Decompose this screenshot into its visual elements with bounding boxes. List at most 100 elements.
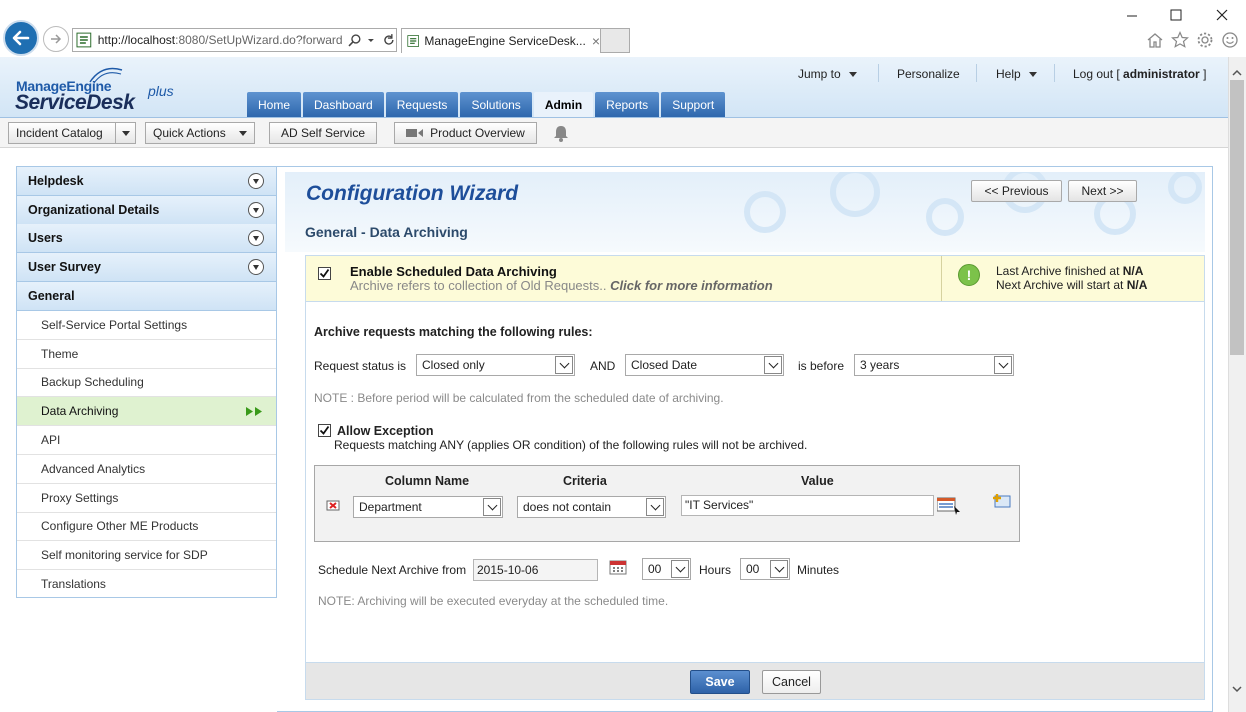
quick-actions-label: Quick Actions [153, 126, 226, 140]
address-bar[interactable]: http://localhost:8080/SetUpWizard.do?for… [72, 28, 397, 52]
sidebar-item-proxy-settings[interactable]: Proxy Settings [17, 484, 276, 513]
schedule-date-input[interactable]: 2015-10-06 [473, 559, 598, 581]
expand-icon[interactable] [248, 173, 264, 189]
sidebar-item-configure-other-me-products[interactable]: Configure Other ME Products [17, 512, 276, 541]
enable-archiving-label: Enable Scheduled Data Archiving [350, 264, 557, 279]
address-text: http://localhost:8080/SetUpWizard.do?for… [97, 33, 343, 47]
column-header-value: Value [801, 474, 834, 488]
chevron-down-icon[interactable] [115, 123, 135, 143]
favorites-star-icon[interactable] [1171, 31, 1189, 49]
sidebar-category-users[interactable]: Users [17, 224, 276, 253]
criteria-select[interactable]: does not contain [517, 496, 666, 518]
tab-admin[interactable]: Admin [533, 92, 594, 117]
logout-link[interactable]: Log out [ administrator ] [1073, 67, 1206, 81]
chevron-down-icon[interactable] [994, 356, 1012, 374]
allow-exception-checkbox[interactable] [318, 424, 331, 437]
minimize-icon[interactable] [1126, 10, 1138, 22]
sidebar-category-general[interactable]: General [17, 282, 276, 311]
product-overview-button[interactable]: Product Overview [394, 122, 537, 144]
tab-requests[interactable]: Requests [385, 92, 459, 117]
incident-catalog-button[interactable]: Incident Catalog [8, 122, 136, 144]
video-camera-icon [406, 129, 424, 137]
refresh-icon[interactable] [382, 33, 396, 47]
close-window-icon[interactable] [1216, 9, 1228, 21]
next-button[interactable]: Next >> [1068, 180, 1137, 202]
help-menu[interactable]: Help [996, 67, 1037, 81]
date-field-select[interactable]: Closed Date [625, 354, 784, 376]
feedback-smiley-icon[interactable] [1221, 31, 1239, 49]
request-status-select[interactable]: Closed only [416, 354, 575, 376]
delete-row-icon[interactable] [326, 499, 341, 512]
divider [878, 64, 879, 82]
ad-self-service-button[interactable]: AD Self Service [269, 122, 377, 144]
previous-button[interactable]: << Previous [971, 180, 1062, 202]
expand-icon[interactable] [248, 230, 264, 246]
tab-home[interactable]: Home [247, 92, 302, 117]
chevron-down-icon[interactable] [770, 560, 788, 578]
tab-solutions[interactable]: Solutions [460, 92, 532, 117]
expand-icon[interactable] [248, 259, 264, 275]
sidebar-item-api[interactable]: API [17, 426, 276, 455]
site-favicon-icon [76, 32, 92, 48]
sidebar-item-data-archiving[interactable]: Data Archiving [17, 397, 276, 426]
column-header-criteria: Criteria [563, 474, 607, 488]
value-picker-icon[interactable] [937, 497, 963, 515]
cancel-button[interactable]: Cancel [762, 670, 821, 694]
sidebar-category-user-survey[interactable]: User Survey [17, 253, 276, 282]
notification-bell-icon[interactable] [553, 125, 569, 142]
maximize-icon[interactable] [1170, 9, 1182, 21]
hours-select[interactable]: 00 [642, 558, 691, 580]
calendar-icon[interactable] [609, 559, 627, 575]
column-name-select[interactable]: Department [353, 496, 503, 518]
jump-to-menu[interactable]: Jump to [798, 67, 857, 81]
tab-support[interactable]: Support [661, 92, 726, 117]
value-input[interactable]: "IT Services" [681, 495, 934, 516]
sidebar-category-organizational-details[interactable]: Organizational Details [17, 196, 276, 225]
add-row-icon[interactable] [991, 493, 1011, 509]
rules-heading: Archive requests matching the following … [314, 325, 593, 339]
tab-reports[interactable]: Reports [595, 92, 660, 117]
page-subtitle: General - Data Archiving [305, 224, 468, 240]
browser-tab[interactable]: ManageEngine ServiceDesk... × [401, 28, 601, 53]
scroll-down-icon[interactable] [1231, 685, 1243, 693]
enable-archiving-checkbox[interactable] [318, 267, 331, 280]
tab-close-icon[interactable]: × [592, 33, 600, 49]
chevron-down-icon[interactable] [646, 498, 664, 516]
new-tab-button[interactable] [600, 28, 630, 53]
settings-gear-icon[interactable] [1196, 31, 1214, 49]
allow-exception-label: Allow Exception [337, 424, 434, 438]
sidebar-item-advanced-analytics[interactable]: Advanced Analytics [17, 455, 276, 484]
sidebar-item-translations[interactable]: Translations [17, 569, 276, 598]
sidebar-item-self-monitoring-service[interactable]: Self monitoring service for SDP [17, 541, 276, 570]
is-before-label: is before [798, 359, 845, 373]
tab-dashboard[interactable]: Dashboard [303, 92, 384, 117]
chevron-down-icon[interactable] [671, 560, 689, 578]
incident-catalog-label: Incident Catalog [16, 126, 103, 140]
more-info-link[interactable]: Click for more information [610, 278, 773, 293]
and-label: AND [590, 359, 616, 373]
dropdown-icon[interactable] [366, 35, 376, 45]
quick-actions-button[interactable]: Quick Actions [145, 122, 255, 144]
chevron-down-icon[interactable] [483, 498, 501, 516]
sidebar-category-helpdesk[interactable]: Helpdesk [17, 167, 276, 196]
checkmark-icon [319, 268, 330, 278]
sidebar-item-backup-scheduling[interactable]: Backup Scheduling [17, 368, 276, 397]
minutes-select[interactable]: 00 [740, 558, 790, 580]
forward-button[interactable] [43, 26, 69, 52]
search-icon[interactable] [348, 33, 362, 47]
home-icon[interactable] [1146, 31, 1164, 49]
logo-servicedesk: ServiceDesk [15, 91, 135, 114]
save-button[interactable]: Save [690, 670, 750, 694]
info-exclamation-icon: ! [958, 264, 980, 286]
expand-icon[interactable] [248, 202, 264, 218]
back-button[interactable] [3, 20, 39, 56]
period-select[interactable]: 3 years [854, 354, 1014, 376]
sidebar-item-self-service-portal-settings[interactable]: Self-Service Portal Settings [17, 311, 276, 340]
scroll-up-icon[interactable] [1231, 69, 1243, 77]
scrollbar-thumb[interactable] [1230, 80, 1244, 355]
sidebar-item-theme[interactable]: Theme [17, 340, 276, 369]
request-status-label: Request status is [314, 359, 407, 373]
personalize-link[interactable]: Personalize [897, 67, 960, 81]
chevron-down-icon[interactable] [555, 356, 573, 374]
chevron-down-icon[interactable] [764, 356, 782, 374]
